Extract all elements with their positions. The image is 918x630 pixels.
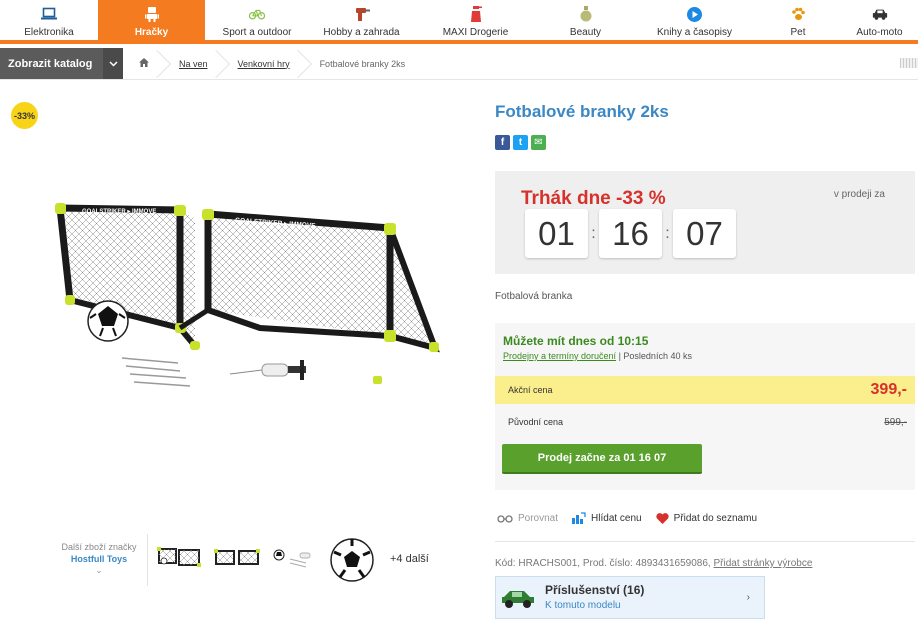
product-main-image[interactable]: GOALSTRIKER ▸ IMMOVE GOALSTRIKER ▸ IMMOV… <box>30 178 450 408</box>
laptop-icon <box>41 6 57 22</box>
price-chart-icon <box>572 512 586 524</box>
product-title: Fotbalové branky 2ks <box>495 102 669 121</box>
drill-icon <box>354 6 370 22</box>
thumbnail-2[interactable] <box>213 546 261 570</box>
compare-button[interactable]: Porovnat <box>497 513 558 524</box>
breadcrumb-item[interactable]: Na ven <box>163 48 222 79</box>
nav-item-hracky[interactable]: Hračky <box>98 0 205 44</box>
bicycle-icon <box>249 6 265 22</box>
discount-badge: -33% <box>11 102 38 129</box>
add-to-list-button[interactable]: Přidat do seznamu <box>655 512 757 524</box>
action-price-label: Akční cena <box>508 385 553 395</box>
timer-separator: : <box>591 224 596 242</box>
sale-starts-button[interactable]: Prodej začne za 01 16 07 <box>502 444 702 474</box>
watch-price-button[interactable]: Hlídat cenu <box>572 512 642 524</box>
stores-delivery-link[interactable]: Prodejny a termíny doručení <box>503 351 616 361</box>
action-price-value: 399,- <box>870 381 907 398</box>
show-catalog-button[interactable]: Zobrazit katalog <box>0 48 123 79</box>
thumbnail-4[interactable] <box>328 537 376 583</box>
spray-bottle-icon <box>468 6 484 22</box>
nav-item-drogerie[interactable]: MAXI Drogerie <box>414 0 537 44</box>
deal-title: Trhák dne -33 % <box>521 188 666 209</box>
nav-item-pet[interactable]: Pet <box>755 0 841 44</box>
chevron-right-icon: › <box>746 592 750 603</box>
breadcrumb: Na ven Venkovní hry Fotbalové branky 2ks <box>123 48 419 79</box>
breadcrumb-link-venkovni-hry[interactable]: Venkovní hry <box>238 59 290 69</box>
svg-text:GOALSTRIKER ▸ IMMOVE: GOALSTRIKER ▸ IMMOVE <box>82 209 156 215</box>
breadcrumb-current: Fotbalové branky 2ks <box>319 58 406 69</box>
chevron-down-icon[interactable]: ⌄ <box>52 565 146 576</box>
nav-item-elektronika[interactable]: Elektronika <box>0 0 98 44</box>
brand-name-link[interactable]: Hostfull Toys <box>52 554 146 564</box>
accessory-car-image <box>502 591 534 608</box>
nav-item-sport[interactable]: Sport a outdoor <box>205 0 309 44</box>
nav-item-hobby[interactable]: Hobby a zahrada <box>309 0 414 44</box>
play-circle-icon <box>687 6 703 22</box>
home-icon[interactable] <box>139 58 149 69</box>
original-price-label: Původní cena <box>508 417 564 427</box>
timer-minutes: 16 <box>599 209 662 258</box>
car-icon <box>872 6 888 22</box>
breadcrumb-bar: Zobrazit katalog Na ven Venkovní hry Fot… <box>0 48 918 80</box>
email-icon[interactable]: ✉ <box>531 135 546 150</box>
deal-subtitle: v prodeji za <box>833 189 885 200</box>
twitter-icon[interactable]: t <box>513 135 528 150</box>
breadcrumb-home[interactable] <box>123 48 163 79</box>
nav-item-automoto[interactable]: Auto-moto <box>841 0 918 44</box>
brand-label: Další zboží značky <box>61 542 137 552</box>
accessories-subtitle: K tomuto modelu <box>545 600 621 611</box>
timer-seconds: 07 <box>673 209 736 258</box>
perfume-icon <box>578 6 594 22</box>
robot-icon <box>144 6 160 22</box>
deal-of-the-day-box: Trhák dne -33 % v prodeji za 01 : 16 : 0… <box>495 171 915 274</box>
original-price-value: 599,- <box>884 417 907 428</box>
more-images-link[interactable]: +4 další <box>390 553 429 565</box>
chevron-down-icon <box>103 48 123 79</box>
heart-icon <box>655 512 669 524</box>
product-actions: Porovnat Hlídat cenu Přidat do seznamu <box>497 512 771 524</box>
facebook-icon[interactable]: f <box>495 135 510 150</box>
breadcrumb-item[interactable]: Venkovní hry <box>222 48 304 79</box>
category-nav: Elektronika Hračky Sport a outdoor Hobby… <box>0 0 918 44</box>
manufacturer-page-link[interactable]: Přidat stránky výrobce <box>713 558 812 569</box>
brand-box[interactable]: Další zboží značky Hostfull Toys ⌄ <box>52 542 146 576</box>
timer-hours: 01 <box>525 209 588 258</box>
timer-separator: : <box>665 224 670 242</box>
short-description: Fotbalová branka <box>495 291 573 302</box>
gallery-divider <box>147 534 148 586</box>
original-price-row: Původní cena 599,- <box>495 408 915 436</box>
countdown-timer: 01 : 16 : 07 <box>525 209 736 258</box>
paw-icon <box>790 6 806 22</box>
stock-info: | Posledních 40 ks <box>618 351 692 361</box>
buy-box: Můžete mít dnes od 10:15 Prodejny a term… <box>495 323 915 490</box>
compare-bar-icon[interactable] <box>900 58 918 68</box>
nav-item-knihy[interactable]: Knihy a časopisy <box>634 0 755 44</box>
glasses-icon <box>497 514 513 523</box>
thumbnail-3[interactable] <box>270 545 316 571</box>
availability-headline: Můžete mít dnes od 10:15 <box>503 334 649 348</box>
share-buttons: f t ✉ <box>495 135 546 150</box>
accessories-box[interactable]: Příslušenství (16) K tomuto modelu › <box>495 576 765 619</box>
divider <box>495 541 915 542</box>
product-codes: Kód: HRACHS001, Prod. číslo: 48934316590… <box>495 558 813 569</box>
nav-item-beauty[interactable]: Beauty <box>537 0 634 44</box>
availability-details: Prodejny a termíny doručení | Posledních… <box>503 351 692 361</box>
thumbnail-1[interactable] <box>156 544 204 572</box>
breadcrumb-link-na-ven[interactable]: Na ven <box>179 59 208 69</box>
accessories-title: Příslušenství (16) <box>545 583 645 597</box>
action-price-row: Akční cena 399,- <box>495 376 915 404</box>
